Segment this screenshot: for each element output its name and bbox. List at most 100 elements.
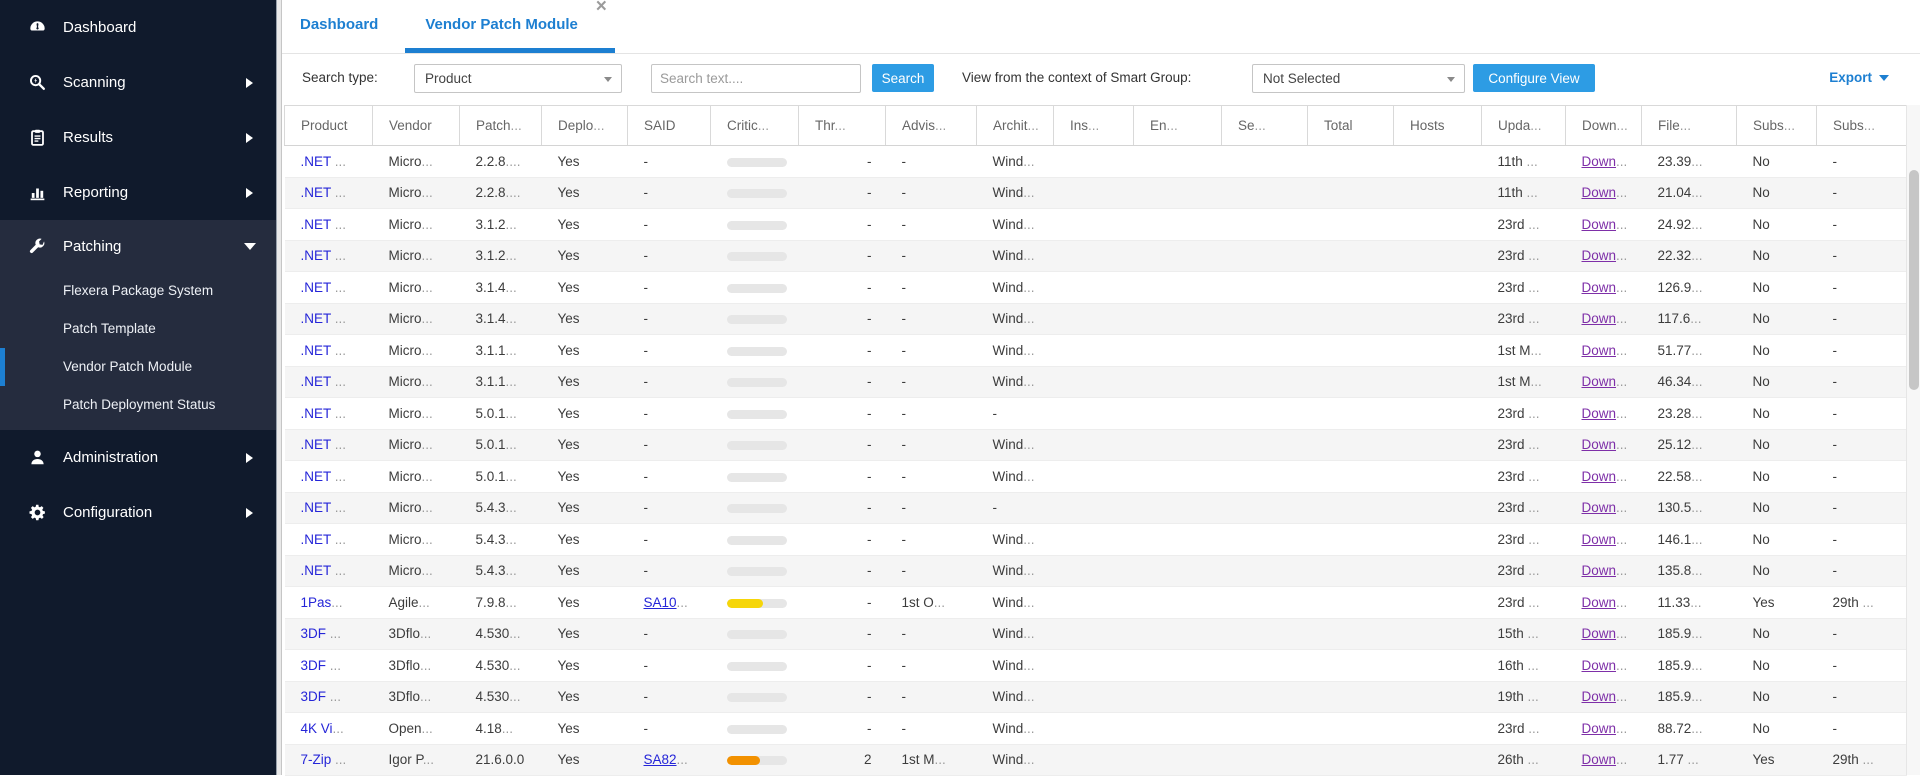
cell-product[interactable]: 3DF ... bbox=[285, 650, 373, 682]
column-header-se[interactable]: Se... bbox=[1222, 106, 1308, 146]
cell-product[interactable]: .NET ... bbox=[285, 240, 373, 272]
column-header-vendor[interactable]: Vendor bbox=[373, 106, 460, 146]
table-row[interactable]: .NET ...Micro...3.1.2...Yes---Wind...23r… bbox=[285, 209, 1907, 241]
search-type-select[interactable]: Product bbox=[414, 64, 622, 93]
column-header-ins[interactable]: Ins... bbox=[1054, 106, 1134, 146]
sidebar-item-administration[interactable]: Administration bbox=[0, 430, 276, 485]
column-header-hosts[interactable]: Hosts bbox=[1394, 106, 1482, 146]
table-row[interactable]: .NET ...Micro...5.0.1...Yes---Wind...23r… bbox=[285, 461, 1907, 493]
table-row[interactable]: .NET ...Micro...3.1.4...Yes---Wind...23r… bbox=[285, 272, 1907, 304]
column-header-archit[interactable]: Archit... bbox=[977, 106, 1054, 146]
cell-down[interactable]: Down... bbox=[1566, 681, 1642, 713]
cell-product[interactable]: .NET ... bbox=[285, 366, 373, 398]
cell-product[interactable]: .NET ... bbox=[285, 335, 373, 367]
cell-down[interactable]: Down... bbox=[1566, 240, 1642, 272]
cell-down[interactable]: Down... bbox=[1566, 177, 1642, 209]
column-header-subs[interactable]: Subs... bbox=[1737, 106, 1817, 146]
sidebar-item-configuration[interactable]: Configuration bbox=[0, 485, 276, 540]
search-button[interactable]: Search bbox=[872, 64, 934, 92]
column-header-subs[interactable]: Subs... bbox=[1817, 106, 1907, 146]
cell-down[interactable]: Down... bbox=[1566, 461, 1642, 493]
cell-product[interactable]: .NET ... bbox=[285, 303, 373, 335]
table-row[interactable]: .NET ...Micro...3.1.2...Yes---Wind...23r… bbox=[285, 240, 1907, 272]
column-header-en[interactable]: En... bbox=[1134, 106, 1222, 146]
column-header-upda[interactable]: Upda... bbox=[1482, 106, 1566, 146]
column-header-product[interactable]: Product bbox=[285, 106, 373, 146]
sidebar-item-reporting[interactable]: Reporting bbox=[0, 165, 276, 220]
cell-down[interactable]: Down... bbox=[1566, 146, 1642, 178]
vertical-scrollbar[interactable] bbox=[1906, 105, 1920, 775]
table-row[interactable]: .NET ...Micro...3.1.4...Yes---Wind...23r… bbox=[285, 303, 1907, 335]
table-row[interactable]: .NET ...Micro...5.4.3...Yes----23rd ...D… bbox=[285, 492, 1907, 524]
table-row[interactable]: .NET ...Micro...3.1.1...Yes---Wind...1st… bbox=[285, 366, 1907, 398]
sidebar-item-patching[interactable]: Patching bbox=[0, 220, 276, 272]
cell-product[interactable]: .NET ... bbox=[285, 461, 373, 493]
sidebar-subitem-flexera-package-system[interactable]: Flexera Package System bbox=[0, 272, 276, 310]
cell-down[interactable]: Down... bbox=[1566, 587, 1642, 619]
column-header-total[interactable]: Total bbox=[1308, 106, 1394, 146]
column-header-thr[interactable]: Thr... bbox=[799, 106, 886, 146]
table-row[interactable]: 3DF ...3Dflo...4.530...Yes---Wind...16th… bbox=[285, 650, 1907, 682]
sidebar-item-scanning[interactable]: Scanning bbox=[0, 55, 276, 110]
table-row[interactable]: .NET ...Micro...2.2.8....Yes---Wind...11… bbox=[285, 146, 1907, 178]
cell-product[interactable]: .NET ... bbox=[285, 429, 373, 461]
cell-product[interactable]: .NET ... bbox=[285, 272, 373, 304]
cell-product[interactable]: .NET ... bbox=[285, 524, 373, 556]
cell-said[interactable]: SA10... bbox=[628, 587, 711, 619]
cell-down[interactable]: Down... bbox=[1566, 398, 1642, 430]
cell-product[interactable]: .NET ... bbox=[285, 492, 373, 524]
search-input[interactable] bbox=[651, 64, 861, 93]
cell-product[interactable]: .NET ... bbox=[285, 209, 373, 241]
table-row[interactable]: 4K Vi...Open...4.18...Yes---Wind...23rd … bbox=[285, 713, 1907, 745]
export-menu[interactable]: Export bbox=[1829, 70, 1889, 85]
cell-product[interactable]: .NET ... bbox=[285, 555, 373, 587]
cell-product[interactable]: .NET ... bbox=[285, 398, 373, 430]
cell-product[interactable]: 1Pas... bbox=[285, 587, 373, 619]
table-row[interactable]: 1Pas...Agile...7.9.8...YesSA10...-1st O.… bbox=[285, 587, 1907, 619]
table-row[interactable]: .NET ...Micro...5.4.3...Yes---Wind...23r… bbox=[285, 555, 1907, 587]
sidebar-item-results[interactable]: Results bbox=[0, 110, 276, 165]
cell-down[interactable]: Down... bbox=[1566, 524, 1642, 556]
cell-said[interactable]: SA82... bbox=[628, 744, 711, 776]
tab-dashboard[interactable]: Dashboard bbox=[300, 0, 378, 53]
column-header-down[interactable]: Down... bbox=[1566, 106, 1642, 146]
cell-product[interactable]: .NET ... bbox=[285, 177, 373, 209]
table-row[interactable]: .NET ...Micro...2.2.8....Yes---Wind...11… bbox=[285, 177, 1907, 209]
column-header-deplo[interactable]: Deplo... bbox=[542, 106, 628, 146]
cell-down[interactable]: Down... bbox=[1566, 618, 1642, 650]
table-row[interactable]: 3DF ...3Dflo...4.530...Yes---Wind...19th… bbox=[285, 681, 1907, 713]
column-header-file[interactable]: File... bbox=[1642, 106, 1737, 146]
cell-down[interactable]: Down... bbox=[1566, 303, 1642, 335]
table-row[interactable]: .NET ...Micro...3.1.1...Yes---Wind...1st… bbox=[285, 335, 1907, 367]
cell-down[interactable]: Down... bbox=[1566, 272, 1642, 304]
tab-vendor-patch-module[interactable]: Vendor Patch Module× bbox=[405, 0, 615, 53]
cell-down[interactable]: Down... bbox=[1566, 650, 1642, 682]
sidebar-item-dashboard[interactable]: Dashboard bbox=[0, 0, 276, 55]
cell-product[interactable]: 3DF ... bbox=[285, 618, 373, 650]
cell-down[interactable]: Down... bbox=[1566, 209, 1642, 241]
column-header-critic[interactable]: Critic... bbox=[711, 106, 799, 146]
table-row[interactable]: .NET ...Micro...5.0.1...Yes----23rd ...D… bbox=[285, 398, 1907, 430]
column-header-advis[interactable]: Advis... bbox=[886, 106, 977, 146]
cell-down[interactable]: Down... bbox=[1566, 555, 1642, 587]
cell-down[interactable]: Down... bbox=[1566, 713, 1642, 745]
cell-down[interactable]: Down... bbox=[1566, 492, 1642, 524]
sidebar-subitem-vendor-patch-module[interactable]: Vendor Patch Module bbox=[0, 348, 276, 386]
scrollbar-thumb[interactable] bbox=[1909, 170, 1919, 390]
close-icon[interactable]: × bbox=[596, 0, 607, 22]
table-row[interactable]: 3DF ...3Dflo...4.530...Yes---Wind...15th… bbox=[285, 618, 1907, 650]
column-header-said[interactable]: SAID bbox=[628, 106, 711, 146]
table-row[interactable]: 7-Zip ...Igor P...21.6.0.0YesSA82...21st… bbox=[285, 744, 1907, 776]
cell-down[interactable]: Down... bbox=[1566, 366, 1642, 398]
sidebar-subitem-patch-template[interactable]: Patch Template bbox=[0, 310, 276, 348]
cell-down[interactable]: Down... bbox=[1566, 744, 1642, 776]
cell-product[interactable]: 3DF ... bbox=[285, 681, 373, 713]
column-header-patch[interactable]: Patch... bbox=[460, 106, 542, 146]
cell-down[interactable]: Down... bbox=[1566, 335, 1642, 367]
cell-product[interactable]: .NET ... bbox=[285, 146, 373, 178]
table-row[interactable]: .NET ...Micro...5.4.3...Yes---Wind...23r… bbox=[285, 524, 1907, 556]
sidebar-subitem-patch-deployment-status[interactable]: Patch Deployment Status bbox=[0, 386, 276, 424]
configure-view-button[interactable]: Configure View bbox=[1473, 64, 1595, 92]
table-row[interactable]: .NET ...Micro...5.0.1...Yes---Wind...23r… bbox=[285, 429, 1907, 461]
cell-product[interactable]: 4K Vi... bbox=[285, 713, 373, 745]
